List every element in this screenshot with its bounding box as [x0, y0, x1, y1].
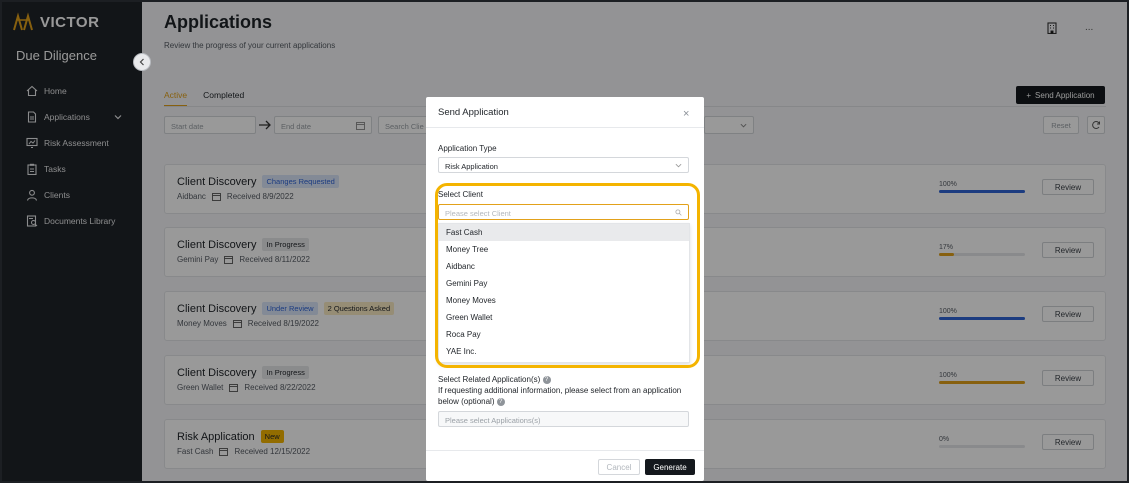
client-option[interactable]: Aidbanc	[439, 258, 689, 275]
chevron-left-icon	[139, 58, 144, 66]
cancel-button[interactable]: Cancel	[598, 459, 640, 475]
help-icon[interactable]: ?	[542, 375, 551, 384]
client-option[interactable]: Green Wallet	[439, 309, 689, 326]
client-option[interactable]: Money Moves	[439, 292, 689, 309]
related-applications-label: Select Related Application(s)	[438, 375, 541, 384]
client-option[interactable]: YAE Inc.	[439, 343, 689, 360]
app-window: VICTOR Due Diligence Home Applications R…	[2, 2, 1127, 481]
related-label-row: Select Related Application(s) ?	[438, 374, 693, 385]
close-icon[interactable]: ×	[683, 108, 689, 120]
client-search-field[interactable]: Please select Client	[438, 204, 689, 220]
search-icon	[675, 209, 682, 216]
client-dropdown: Fast Cash Money Tree Aidbanc Gemini Pay …	[438, 223, 690, 363]
help-icon[interactable]: ?	[496, 397, 505, 406]
related-applications-select[interactable]: Please select Applications(s)	[438, 411, 689, 427]
send-application-modal: Send Application × Application Type Risk…	[426, 97, 704, 481]
modal-header-divider	[426, 127, 704, 128]
application-type-select[interactable]: Risk Application	[438, 157, 689, 173]
application-type-label: Application Type	[438, 144, 497, 153]
related-help-row: If requesting additional information, pl…	[438, 385, 693, 407]
select-client-label: Select Client	[438, 190, 483, 199]
client-search-placeholder: Please select Client	[445, 209, 511, 218]
client-option[interactable]: Money Tree	[439, 241, 689, 258]
application-type-value: Risk Application	[445, 162, 498, 171]
chevron-down-icon	[675, 163, 682, 168]
modal-title: Send Application	[438, 107, 509, 118]
generate-button[interactable]: Generate	[645, 459, 695, 475]
related-applications-help: If requesting additional information, pl…	[438, 386, 682, 406]
sidebar-collapse-button[interactable]	[133, 53, 151, 71]
client-option[interactable]: Gemini Pay	[439, 275, 689, 292]
modal-footer-divider	[426, 450, 704, 451]
client-option[interactable]: Fast Cash	[439, 224, 689, 241]
client-option[interactable]: Roca Pay	[439, 326, 689, 343]
